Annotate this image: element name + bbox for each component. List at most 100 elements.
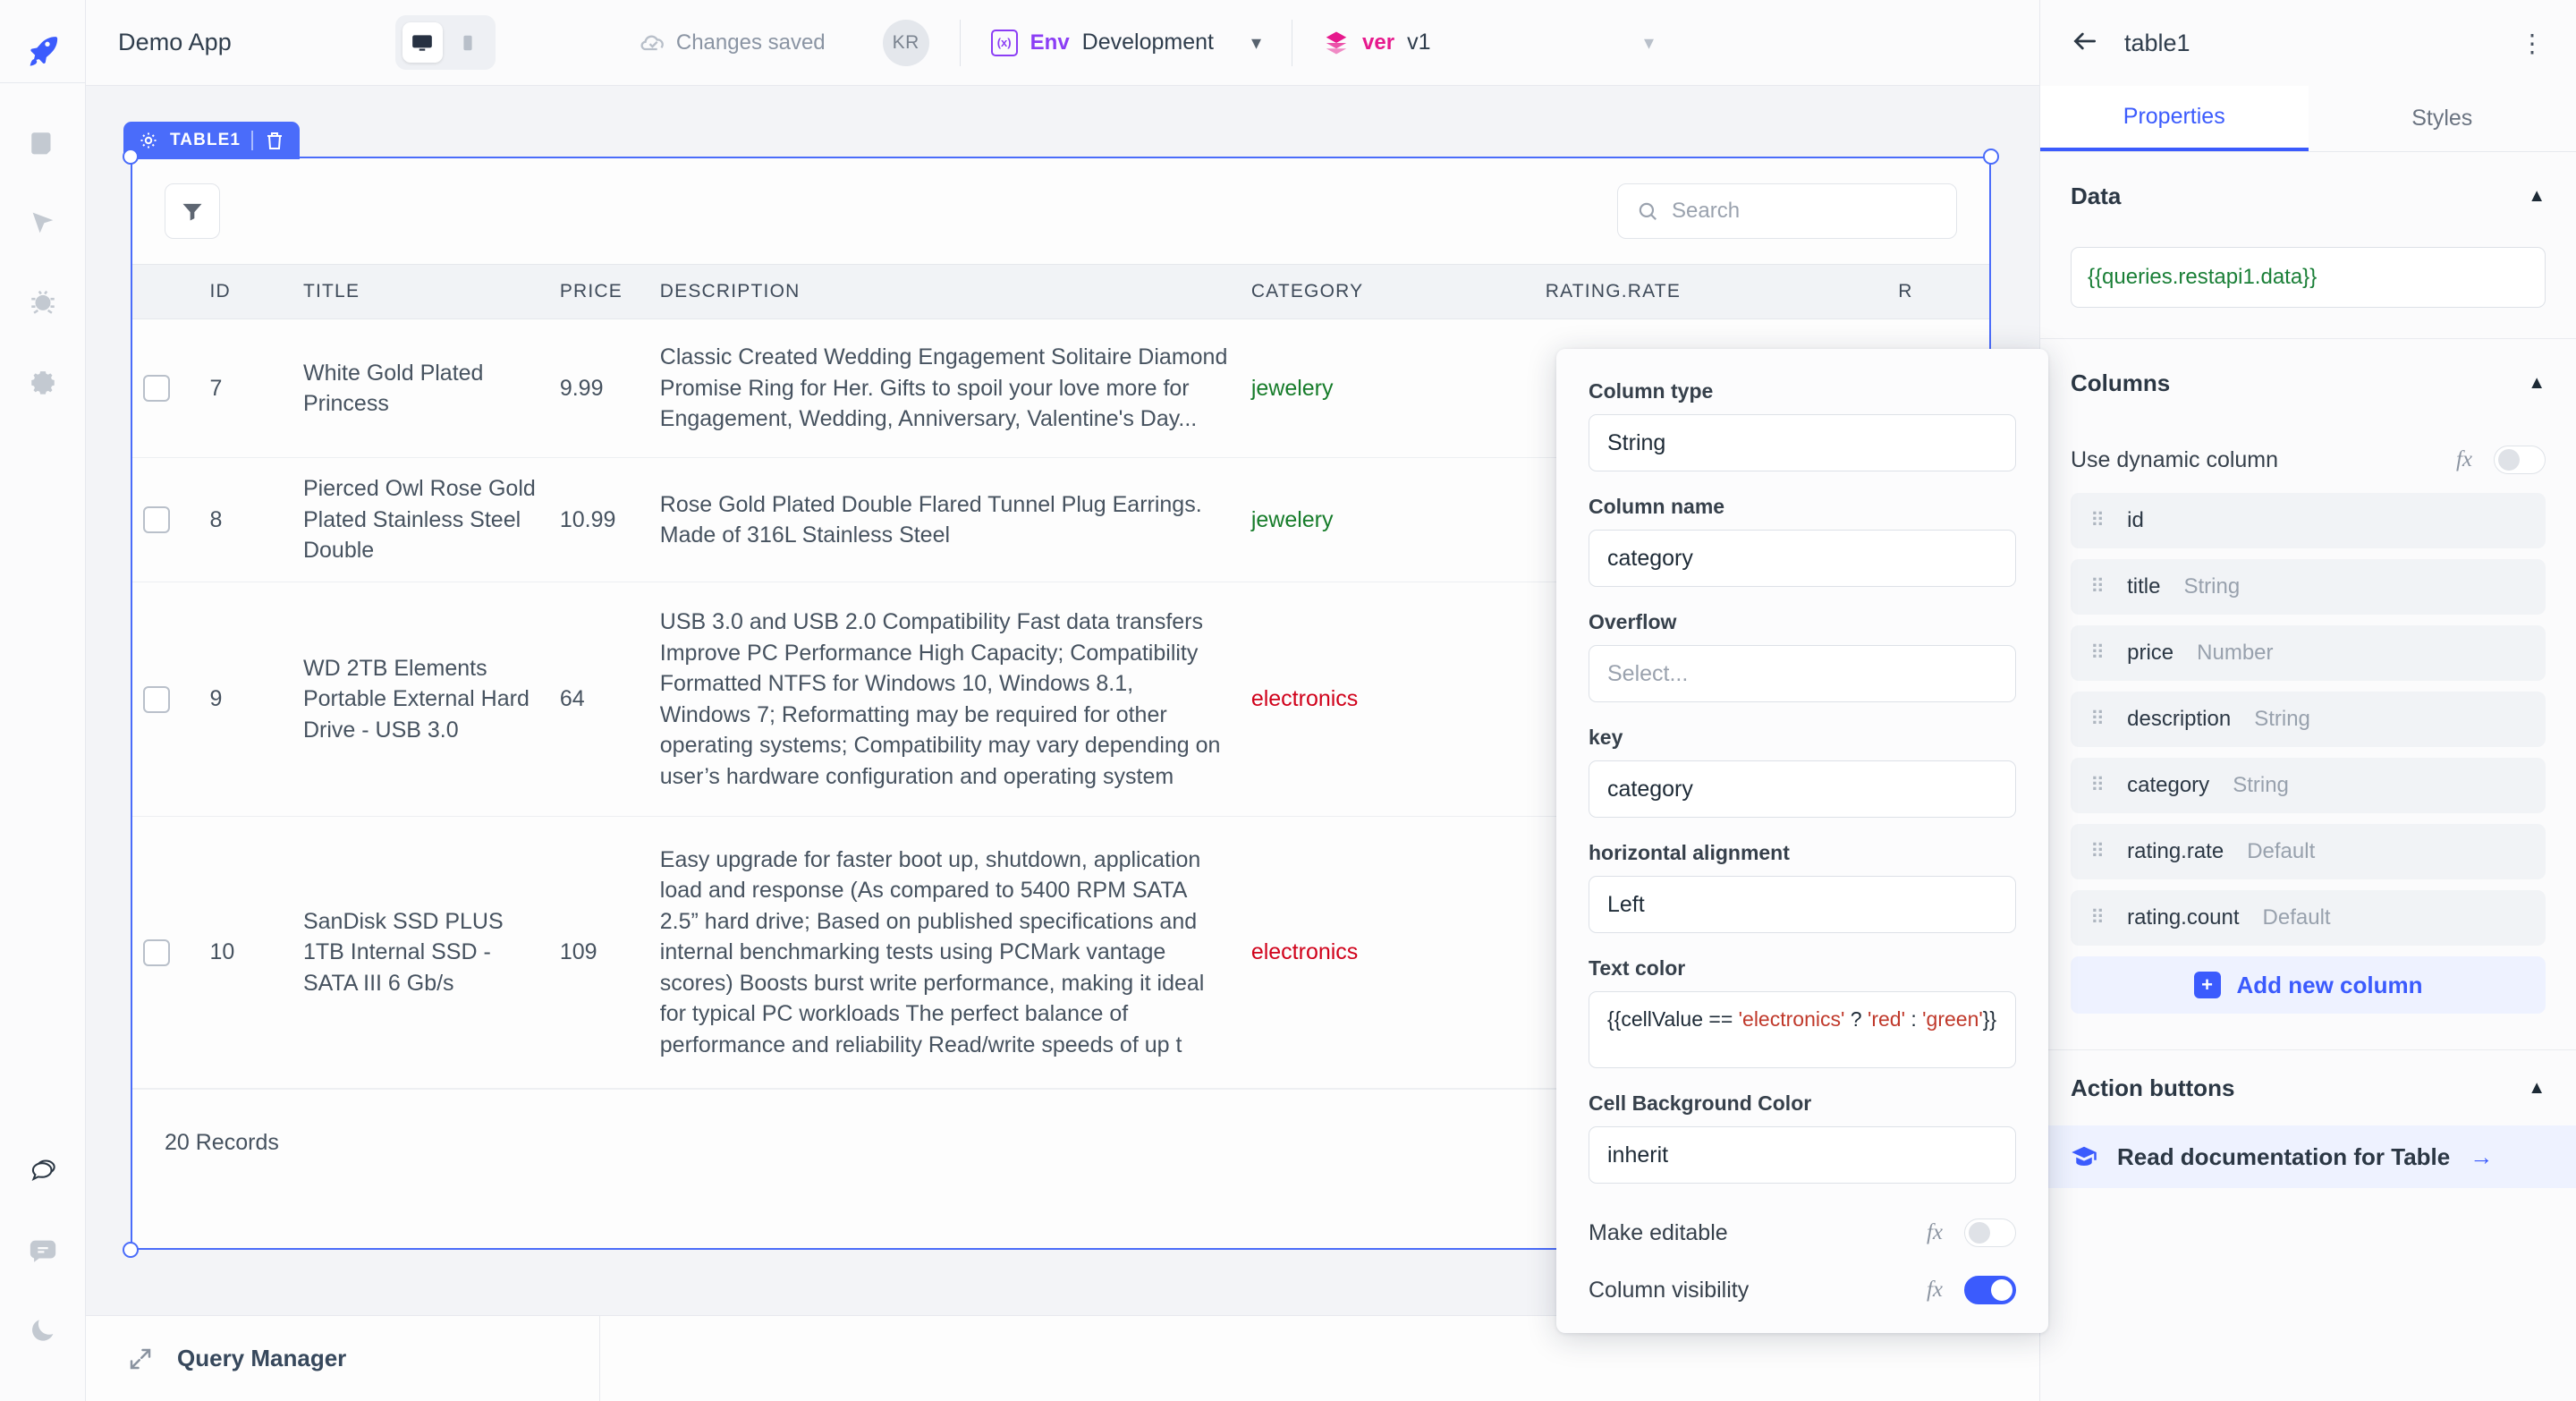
cell-price: 10.99 <box>559 506 616 532</box>
tab-properties[interactable]: Properties <box>2040 86 2309 151</box>
make-editable-row: Make editable fx <box>1589 1207 2016 1259</box>
more-options-icon[interactable]: ⋮ <box>2520 29 2546 58</box>
filter-button[interactable] <box>165 183 220 239</box>
action-buttons-section-header[interactable]: Action buttons ▲ <box>2040 1050 2576 1125</box>
resize-handle-top-right[interactable] <box>1983 149 1999 165</box>
drag-handle-icon[interactable]: ⠿ <box>2090 576 2105 596</box>
search-placeholder: Search <box>1672 199 1741 223</box>
column-name: title <box>2127 574 2161 599</box>
rail-divider <box>0 82 86 83</box>
horizontal-alignment-select[interactable]: Left <box>1589 876 2016 933</box>
avatar[interactable]: KR <box>882 19 929 66</box>
header-description[interactable]: DESCRIPTION <box>649 281 1241 302</box>
drag-handle-icon[interactable]: ⠿ <box>2090 841 2105 861</box>
read-documentation-label: Read documentation for Table <box>2117 1142 2451 1170</box>
gear-icon[interactable] <box>23 361 63 400</box>
resize-handle-top-left[interactable] <box>123 149 139 165</box>
column-visibility-toggle[interactable] <box>1964 1276 2016 1304</box>
resize-handle-bottom-left[interactable] <box>123 1242 139 1258</box>
row-checkbox-cell[interactable] <box>132 506 199 533</box>
data-source-input[interactable]: {{queries.restapi1.data}} <box>2071 247 2546 308</box>
desktop-view-button[interactable] <box>402 22 443 63</box>
column-type: String <box>2183 574 2241 599</box>
drag-handle-icon[interactable]: ⠿ <box>2090 907 2105 927</box>
collapse-caret-icon[interactable]: ▲ <box>2528 373 2546 394</box>
cell-category: jewelery <box>1241 376 1535 402</box>
version-selector[interactable]: ver v1 ▾ <box>1323 30 1654 56</box>
cursor-icon[interactable] <box>23 203 63 242</box>
search-input[interactable]: Search <box>1617 183 1957 239</box>
environment-selector[interactable]: (x) Env Development ▾ <box>990 29 1261 56</box>
version-value: v1 <box>1407 30 1431 55</box>
add-new-column-button[interactable]: + Add new column <box>2071 956 2546 1014</box>
row-checkbox[interactable] <box>143 506 170 533</box>
inspector-tabs: Properties Styles <box>2040 86 2576 152</box>
read-documentation-link[interactable]: Read documentation for Table → <box>2040 1125 2576 1188</box>
tab-styles[interactable]: Styles <box>2309 86 2576 151</box>
drag-handle-icon[interactable]: ⠿ <box>2090 775 2105 794</box>
expr-token: 'electronics' <box>1738 1007 1845 1031</box>
header-title[interactable]: TITLE <box>292 281 549 302</box>
header-category[interactable]: CATEGORY <box>1241 281 1535 302</box>
column-list-item-rating-count[interactable]: ⠿ rating.count Default <box>2071 890 2546 946</box>
column-type-label: Column type <box>1589 379 1714 403</box>
row-checkbox[interactable] <box>143 938 170 966</box>
widget-badge-table1[interactable]: TABLE1 <box>123 122 301 159</box>
make-editable-toggle[interactable] <box>1964 1218 2016 1247</box>
overflow-select[interactable]: Select... <box>1589 645 2016 702</box>
chat-support-icon[interactable] <box>23 1231 63 1270</box>
save-status: Changes saved <box>640 30 826 55</box>
row-checkbox[interactable] <box>143 375 170 402</box>
header-rating-count[interactable]: R <box>1887 281 1989 302</box>
column-type-select[interactable]: String <box>1589 414 2016 471</box>
chevron-down-icon[interactable]: ▾ <box>1251 31 1261 55</box>
version-layers-icon <box>1326 31 1347 54</box>
debug-bug-icon[interactable] <box>23 282 63 321</box>
comments-icon[interactable] <box>23 1152 63 1192</box>
mobile-view-button[interactable] <box>448 22 488 63</box>
device-preview-toggle[interactable] <box>394 15 496 70</box>
column-list-item-rating-rate[interactable]: ⠿ rating.rate Default <box>2071 824 2546 879</box>
query-manager-button[interactable]: Query Manager <box>86 1315 600 1401</box>
column-list-item-description[interactable]: ⠿ description String <box>2071 692 2546 747</box>
chevron-down-icon[interactable]: ▾ <box>1644 31 1654 55</box>
app-title: Demo App <box>118 29 232 55</box>
cell-id: 9 <box>209 686 223 711</box>
app-logo-icon[interactable] <box>25 20 61 82</box>
fx-icon[interactable]: fx <box>1927 1278 1943 1303</box>
columns-section-header[interactable]: Columns ▲ <box>2040 339 2576 427</box>
key-input[interactable]: category <box>1589 760 2016 818</box>
column-settings-popover[interactable]: Column type String Column name category … <box>1556 349 2048 1333</box>
row-checkbox[interactable] <box>143 685 170 713</box>
column-list-item-title[interactable]: ⠿ title String <box>2071 559 2546 615</box>
row-checkbox-cell[interactable] <box>132 375 199 402</box>
search-icon <box>1639 202 1657 220</box>
row-checkbox-cell[interactable] <box>132 938 199 966</box>
back-arrow-icon[interactable] <box>2071 27 2099 60</box>
dark-mode-moon-icon[interactable] <box>23 1310 63 1349</box>
row-checkbox-cell[interactable] <box>132 685 199 713</box>
fx-icon[interactable]: fx <box>1927 1220 1943 1245</box>
cell-description: Rose Gold Plated Double Flared Tunnel Pl… <box>659 491 1202 548</box>
pages-icon[interactable] <box>23 124 63 164</box>
column-list-item-category[interactable]: ⠿ category String <box>2071 758 2546 813</box>
cell-background-color-input[interactable]: inherit <box>1589 1126 2016 1184</box>
use-dynamic-column-toggle[interactable] <box>2494 446 2546 474</box>
header-price[interactable]: PRICE <box>549 281 649 302</box>
drag-handle-icon[interactable]: ⠿ <box>2090 510 2105 530</box>
column-list-item-price[interactable]: ⠿ price Number <box>2071 625 2546 681</box>
records-count: 20 Records <box>165 1130 279 1155</box>
text-color-input[interactable]: {{cellValue == 'electronics' ? 'red' : '… <box>1589 991 2016 1068</box>
data-section-header[interactable]: Data ▲ <box>2040 152 2576 240</box>
header-rating-rate[interactable]: RATING.RATE <box>1535 281 1887 302</box>
column-list-item-id[interactable]: ⠿ id <box>2071 493 2546 548</box>
collapse-caret-icon[interactable]: ▲ <box>2528 1078 2546 1099</box>
category-value: electronics <box>1250 939 1359 964</box>
collapse-caret-icon[interactable]: ▲ <box>2528 186 2546 207</box>
drag-handle-icon[interactable]: ⠿ <box>2090 642 2105 662</box>
fx-icon[interactable]: fx <box>2456 447 2472 472</box>
drag-handle-icon[interactable]: ⠿ <box>2090 709 2105 728</box>
header-id[interactable]: ID <box>199 281 292 302</box>
column-name-input[interactable]: category <box>1589 530 2016 587</box>
save-status-label: Changes saved <box>675 30 826 55</box>
